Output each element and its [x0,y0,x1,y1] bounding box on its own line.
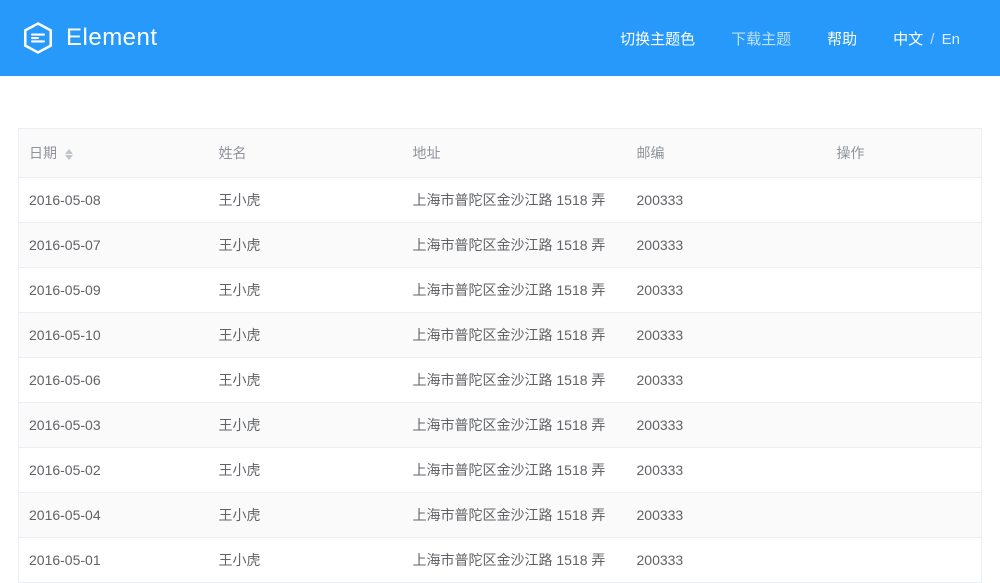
element-logo-icon [20,20,56,56]
lang-en: En [942,31,960,48]
cell-ops [827,538,982,583]
cell-name: 王小虎 [209,448,403,493]
cell-zip: 200333 [627,538,827,583]
cell-ops [827,178,982,223]
cell-name: 王小虎 [209,178,403,223]
cell-date: 2016-05-02 [19,448,209,493]
column-label-zip: 邮编 [637,145,665,161]
cell-zip: 200333 [627,313,827,358]
cell-name: 王小虎 [209,313,403,358]
table-row[interactable]: 2016-05-06王小虎上海市普陀区金沙江路 1518 弄200333 [19,358,982,403]
cell-address: 上海市普陀区金沙江路 1518 弄 [403,448,627,493]
data-table: 日期 姓名 地址 邮编 操作 [18,128,982,583]
cell-zip: 200333 [627,268,827,313]
column-header-name[interactable]: 姓名 [209,129,403,178]
table-row[interactable]: 2016-05-01王小虎上海市普陀区金沙江路 1518 弄200333 [19,538,982,583]
table-row[interactable]: 2016-05-09王小虎上海市普陀区金沙江路 1518 弄200333 [19,268,982,313]
cell-name: 王小虎 [209,358,403,403]
sort-icon[interactable] [65,149,73,160]
header-nav: 切换主题色 下载主题 帮助 中文 / En [620,28,960,49]
cell-address: 上海市普陀区金沙江路 1518 弄 [403,493,627,538]
cell-date: 2016-05-07 [19,223,209,268]
header: Element 切换主题色 下载主题 帮助 中文 / En [0,0,1000,76]
language-switch[interactable]: 中文 / En [893,28,960,49]
table-header-row: 日期 姓名 地址 邮编 操作 [19,129,982,178]
table-row[interactable]: 2016-05-07王小虎上海市普陀区金沙江路 1518 弄200333 [19,223,982,268]
cell-zip: 200333 [627,178,827,223]
cell-date: 2016-05-03 [19,403,209,448]
cell-date: 2016-05-08 [19,178,209,223]
cell-date: 2016-05-09 [19,268,209,313]
cell-ops [827,448,982,493]
cell-address: 上海市普陀区金沙江路 1518 弄 [403,313,627,358]
cell-zip: 200333 [627,448,827,493]
sort-ascending-icon [65,149,73,154]
cell-zip: 200333 [627,358,827,403]
cell-zip: 200333 [627,403,827,448]
cell-address: 上海市普陀区金沙江路 1518 弄 [403,268,627,313]
column-label-date: 日期 [29,145,57,161]
cell-ops [827,223,982,268]
cell-date: 2016-05-01 [19,538,209,583]
cell-address: 上海市普陀区金沙江路 1518 弄 [403,178,627,223]
column-label-address: 地址 [413,145,441,161]
brand-logo[interactable]: Element [20,20,158,56]
cell-date: 2016-05-10 [19,313,209,358]
cell-name: 王小虎 [209,493,403,538]
cell-name: 王小虎 [209,268,403,313]
cell-ops [827,358,982,403]
cell-date: 2016-05-06 [19,358,209,403]
cell-date: 2016-05-04 [19,493,209,538]
cell-zip: 200333 [627,493,827,538]
cell-name: 王小虎 [209,403,403,448]
sort-descending-icon [65,155,73,160]
column-header-ops[interactable]: 操作 [827,129,982,178]
column-header-date[interactable]: 日期 [19,129,209,178]
table-body: 2016-05-08王小虎上海市普陀区金沙江路 1518 弄2003332016… [19,178,982,583]
cell-zip: 200333 [627,223,827,268]
table-header: 日期 姓名 地址 邮编 操作 [19,129,982,178]
column-label-ops: 操作 [837,145,865,161]
column-header-zip[interactable]: 邮编 [627,129,827,178]
cell-name: 王小虎 [209,223,403,268]
table-row[interactable]: 2016-05-10王小虎上海市普陀区金沙江路 1518 弄200333 [19,313,982,358]
cell-address: 上海市普陀区金沙江路 1518 弄 [403,358,627,403]
nav-download-theme[interactable]: 下载主题 [731,28,791,49]
table-row[interactable]: 2016-05-02王小虎上海市普陀区金沙江路 1518 弄200333 [19,448,982,493]
nav-help[interactable]: 帮助 [827,28,857,49]
table-row[interactable]: 2016-05-08王小虎上海市普陀区金沙江路 1518 弄200333 [19,178,982,223]
cell-ops [827,313,982,358]
lang-zh: 中文 [893,31,923,48]
main-content: 日期 姓名 地址 邮编 操作 [0,76,1000,583]
cell-ops [827,403,982,448]
lang-sep: / [930,31,934,48]
cell-ops [827,493,982,538]
table-row[interactable]: 2016-05-04王小虎上海市普陀区金沙江路 1518 弄200333 [19,493,982,538]
cell-ops [827,268,982,313]
brand-name: Element [66,24,158,52]
nav-theme-switch[interactable]: 切换主题色 [620,28,695,49]
table-row[interactable]: 2016-05-03王小虎上海市普陀区金沙江路 1518 弄200333 [19,403,982,448]
column-header-address[interactable]: 地址 [403,129,627,178]
cell-address: 上海市普陀区金沙江路 1518 弄 [403,403,627,448]
cell-name: 王小虎 [209,538,403,583]
column-label-name: 姓名 [219,145,247,161]
cell-address: 上海市普陀区金沙江路 1518 弄 [403,538,627,583]
cell-address: 上海市普陀区金沙江路 1518 弄 [403,223,627,268]
